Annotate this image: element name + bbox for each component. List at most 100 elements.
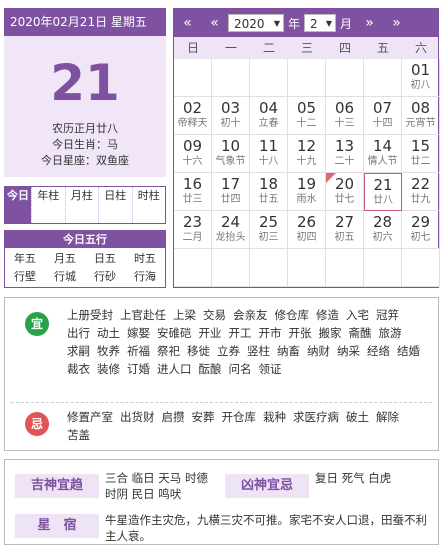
gregorian-day: 24 — [220, 213, 241, 231]
gregorian-day: 16 — [182, 175, 203, 193]
month-calendar: « « 2020 ▼ 年 2 ▼ 月 » » 日 一 二 三 四 五 六 01 初… — [173, 8, 440, 288]
day-cell[interactable]: 08 元宵节 — [402, 97, 440, 135]
day-cell[interactable]: 24 龙抬头 — [212, 211, 250, 249]
day-cell[interactable]: 21 廿八 — [364, 173, 402, 211]
weekday-header: 日 一 二 三 四 五 六 — [174, 37, 438, 59]
ji-item: 栽种 — [263, 410, 286, 424]
tab-today[interactable]: 今日 — [5, 187, 31, 223]
day-cell[interactable]: 16 廿三 — [174, 173, 212, 211]
tab-month-pillar[interactable]: 月柱 — [64, 187, 99, 223]
lunar-day: 廿四 — [220, 194, 241, 205]
inauspicious-text: 复日 死气 白虎 — [315, 471, 392, 485]
day-cell[interactable]: 03 初十 — [212, 97, 250, 135]
day-cell[interactable]: 18 廿五 — [250, 173, 288, 211]
day-cell[interactable]: 09 十六 — [174, 135, 212, 173]
lunar-day: 二十 — [334, 156, 355, 167]
lunar-day: 初四 — [296, 232, 317, 243]
year-select[interactable]: 2020 ▼ — [228, 14, 284, 32]
yi-badge: 宜 — [25, 312, 49, 336]
lunar-date: 农历正月廿八 — [52, 122, 118, 135]
day-box: 21 农历正月廿八 今日生肖：马 今日星座：双鱼座 — [4, 36, 166, 177]
yi-item: 移徙 — [187, 344, 210, 358]
yi-item: 结婚 — [397, 344, 420, 358]
yi-item: 上册受封 — [67, 308, 113, 322]
yi-item: 祭祀 — [157, 344, 180, 358]
prev-month-button[interactable]: « — [201, 15, 228, 31]
gregorian-day: 21 — [373, 176, 393, 194]
gregorian-day — [174, 249, 211, 252]
day-cell-empty — [364, 59, 402, 97]
tab-day-pillar[interactable]: 日柱 — [98, 187, 132, 223]
day-cell-empty — [288, 59, 326, 97]
zodiac: 今日生肖：马 — [52, 138, 118, 151]
gregorian-day: 08 — [410, 99, 431, 117]
prev-year-button[interactable]: « — [174, 15, 201, 31]
lunar-day: 气象节 — [215, 156, 246, 167]
ji-item: 安葬 — [191, 410, 215, 424]
month-unit: 月 — [340, 16, 353, 31]
day-cell[interactable]: 22 廿九 — [402, 173, 440, 211]
lunar-day: 雨水 — [296, 194, 317, 205]
gregorian-day — [288, 59, 325, 62]
day-cell[interactable]: 17 廿四 — [212, 173, 250, 211]
lunar-day: 初六 — [372, 232, 393, 243]
yi-item: 修仓库 — [274, 308, 310, 322]
lunar-day: 初五 — [334, 232, 355, 243]
day-cell[interactable]: 27 初五 — [326, 211, 364, 249]
day-cell[interactable]: 15 廿二 — [402, 135, 440, 173]
lunar-day: 十八 — [258, 156, 279, 167]
gregorian-day: 09 — [182, 137, 203, 155]
tab-hour-pillar[interactable]: 时柱 — [131, 187, 166, 223]
month-select[interactable]: 2 ▼ — [304, 14, 337, 32]
day-cell[interactable]: 06 十三 — [326, 97, 364, 135]
lunar-day: 元宵节 — [405, 118, 436, 129]
day-cell[interactable]: 13 二十 — [326, 135, 364, 173]
weekday-label: 日 — [186, 41, 199, 55]
day-cell[interactable]: 07 十四 — [364, 97, 402, 135]
inauspicious-label: 凶神宜忌 — [225, 474, 309, 498]
lunar-day: 廿二 — [410, 156, 431, 167]
gregorian-day — [174, 59, 211, 62]
day-cell[interactable]: 19 雨水 — [288, 173, 326, 211]
next-year-button[interactable]: » — [383, 15, 410, 31]
day-cell[interactable]: 20 廿七 — [326, 173, 364, 211]
day-cell[interactable]: 10 气象节 — [212, 135, 250, 173]
gregorian-day: 17 — [220, 175, 241, 193]
lunar-day: 初八 — [410, 80, 431, 91]
constellation: 今日星座：双鱼座 — [41, 154, 129, 167]
day-cell-empty — [174, 59, 212, 97]
gregorian-day — [212, 249, 249, 252]
calendar-toolbar: « « 2020 ▼ 年 2 ▼ 月 » » — [174, 9, 438, 37]
yi-item: 裁衣 — [67, 362, 90, 376]
day-cell[interactable]: 02 帝释天 — [174, 97, 212, 135]
day-cell[interactable]: 29 初七 — [402, 211, 440, 249]
yi-item: 开业 — [198, 326, 222, 340]
yi-item: 祈福 — [127, 344, 150, 358]
ji-item: 开仓库 — [221, 410, 257, 424]
day-cell[interactable]: 05 十二 — [288, 97, 326, 135]
day-cell[interactable]: 23 二月 — [174, 211, 212, 249]
day-cell-empty — [250, 249, 288, 287]
yi-item: 问名 — [228, 362, 252, 376]
flag-icon — [326, 173, 336, 183]
yi-item: 出行 — [67, 326, 90, 340]
day-cell[interactable]: 12 十九 — [288, 135, 326, 173]
chevron-down-icon: ▼ — [325, 19, 333, 28]
day-cell[interactable]: 26 初四 — [288, 211, 326, 249]
day-cell[interactable]: 01 初八 — [402, 59, 440, 97]
weekday-label: 四 — [338, 41, 351, 55]
day-cell[interactable]: 04 立春 — [250, 97, 288, 135]
next-month-button[interactable]: » — [356, 15, 383, 31]
wuxing-panel: 今日五行 年五 月五 日五 时五 行壁 行城 行砂 行海 — [4, 230, 166, 288]
auspicious-label: 吉神宜趋 — [15, 474, 99, 498]
yi-item: 动土 — [97, 326, 120, 340]
gregorian-day: 01 — [410, 61, 431, 79]
day-cell[interactable]: 25 初三 — [250, 211, 288, 249]
lunar-day: 廿九 — [410, 194, 431, 205]
day-cell[interactable]: 14 情人节 — [364, 135, 402, 173]
tab-year-pillar[interactable]: 年柱 — [31, 187, 65, 223]
yi-item: 求嗣 — [67, 344, 90, 358]
day-cell[interactable]: 28 初六 — [364, 211, 402, 249]
day-cell[interactable]: 11 十八 — [250, 135, 288, 173]
deities-panel: 吉神宜趋 三合 临日 天马 时德 时阴 民日 鸣吠 凶神宜忌 复日 死气 白虎 … — [4, 459, 439, 545]
